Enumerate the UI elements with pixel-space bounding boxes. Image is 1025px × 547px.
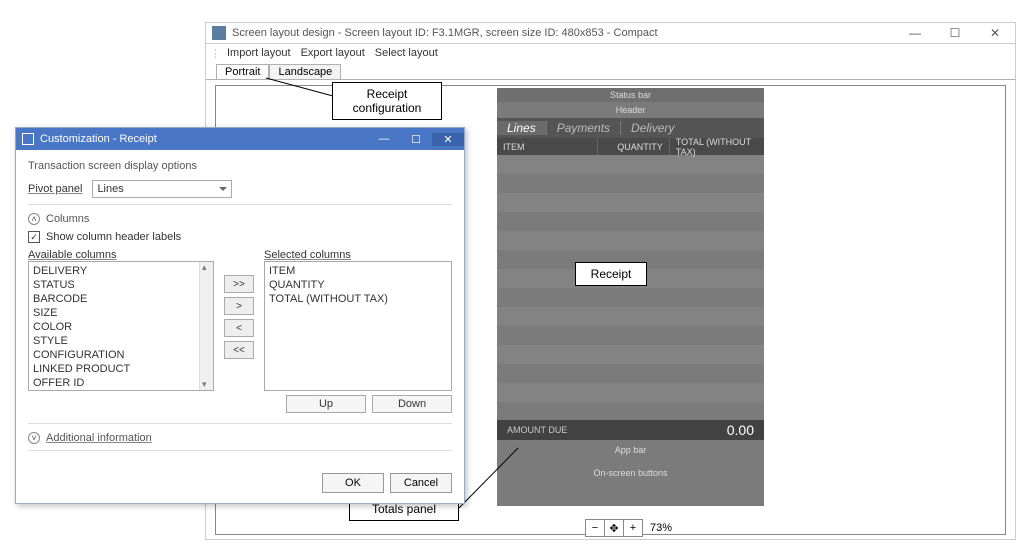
columns-section-header[interactable]: ˄ Columns (28, 213, 452, 225)
menu-bar: ⋮ Import layout Export layout Select lay… (205, 44, 1016, 62)
move-left-button[interactable]: < (224, 319, 254, 337)
orientation-tabs: Portrait Landscape (205, 62, 1016, 80)
dialog-maximize-button[interactable]: ☐ (400, 133, 432, 146)
move-up-button[interactable]: Up (286, 395, 366, 413)
dialog-close-button[interactable]: ✕ (432, 133, 464, 146)
list-item[interactable]: TOTAL (WITHOUT TAX) (269, 292, 447, 306)
preview-column-headers: ITEM QUANTITY TOTAL (WITHOUT TAX) (497, 138, 764, 155)
preview-tab-payments[interactable]: Payments (546, 121, 620, 135)
move-all-left-button[interactable]: << (224, 341, 254, 359)
scrollbar[interactable] (199, 262, 213, 390)
callout-receipt-config: Receipt configuration (332, 82, 442, 120)
amount-due-label: AMOUNT DUE (507, 425, 567, 435)
main-titlebar: Screen layout design - Screen layout ID:… (205, 22, 1016, 44)
minimize-button[interactable]: — (895, 26, 935, 40)
zoom-level: 73% (650, 522, 672, 534)
dialog-heading: Transaction screen display options (28, 160, 452, 172)
list-item[interactable]: ITEM (269, 264, 447, 278)
tab-portrait[interactable]: Portrait (216, 64, 269, 79)
list-item[interactable]: DELIVERY (33, 264, 209, 278)
zoom-in-button[interactable]: + (623, 519, 643, 537)
customization-dialog: Customization - Receipt — ☐ ✕ Transactio… (15, 127, 465, 504)
tab-landscape[interactable]: Landscape (269, 64, 341, 79)
show-header-labels-label: Show column header labels (46, 231, 181, 243)
preview-tab-lines[interactable]: Lines (497, 121, 546, 135)
device-preview: Status bar Header Lines Payments Deliver… (497, 88, 764, 506)
show-header-labels-checkbox[interactable]: ✓ (28, 231, 40, 243)
list-item[interactable]: LINKED PRODUCT (33, 362, 209, 376)
zoom-fit-button[interactable]: ✥ (604, 519, 624, 537)
preview-totals-panel: AMOUNT DUE 0.00 (497, 420, 764, 440)
pivot-panel-label: Pivot panel (28, 183, 82, 195)
menu-select[interactable]: Select layout (375, 47, 438, 59)
preview-statusbar: Status bar (497, 88, 764, 102)
dialog-icon (22, 133, 34, 145)
preview-tabs: Lines Payments Delivery (497, 118, 764, 138)
zoom-controls: − ✥ + 73% (585, 519, 672, 537)
list-item[interactable]: CONFIGURATION (33, 348, 209, 362)
selected-columns-label: Selected columns (264, 249, 452, 261)
preview-appbar: App bar (497, 440, 764, 460)
callout-receipt: Receipt (575, 262, 647, 286)
dialog-title: Customization - Receipt (40, 133, 157, 145)
ok-button[interactable]: OK (322, 473, 384, 493)
additional-info-section-header[interactable]: ˅ Additional information (28, 432, 452, 444)
chevron-up-icon: ˄ (28, 213, 40, 225)
menu-export[interactable]: Export layout (301, 47, 365, 59)
zoom-out-button[interactable]: − (585, 519, 605, 537)
menu-import[interactable]: Import layout (227, 47, 291, 59)
col-item: ITEM (497, 138, 598, 155)
col-quantity: QUANTITY (598, 138, 670, 155)
move-all-right-button[interactable]: >> (224, 275, 254, 293)
available-columns-label: Available columns (28, 249, 214, 261)
chevron-down-icon: ˅ (28, 432, 40, 444)
amount-due-value: 0.00 (727, 422, 754, 438)
cancel-button[interactable]: Cancel (390, 473, 452, 493)
list-item[interactable]: ORIGINAL PRICE (33, 390, 209, 391)
move-down-button[interactable]: Down (372, 395, 452, 413)
dialog-titlebar: Customization - Receipt — ☐ ✕ (16, 128, 464, 150)
col-total: TOTAL (WITHOUT TAX) (670, 138, 764, 155)
list-item[interactable]: STYLE (33, 334, 209, 348)
available-columns-list[interactable]: DELIVERYSTATUSBARCODESIZECOLORSTYLECONFI… (28, 261, 214, 391)
selected-columns-list[interactable]: ITEMQUANTITYTOTAL (WITHOUT TAX) (264, 261, 452, 391)
list-item[interactable]: STATUS (33, 278, 209, 292)
pivot-panel-select[interactable]: Lines (92, 180, 232, 198)
pivot-panel-value: Lines (97, 183, 123, 195)
maximize-button[interactable]: ☐ (935, 26, 975, 40)
list-item[interactable]: OFFER ID (33, 376, 209, 390)
preview-lines-area (497, 155, 764, 420)
app-icon (212, 26, 226, 40)
preview-tab-delivery[interactable]: Delivery (620, 121, 684, 135)
preview-header: Header (497, 102, 764, 118)
list-item[interactable]: SIZE (33, 306, 209, 320)
list-item[interactable]: QUANTITY (269, 278, 447, 292)
close-button[interactable]: ✕ (975, 26, 1015, 40)
list-item[interactable]: COLOR (33, 320, 209, 334)
move-right-button[interactable]: > (224, 297, 254, 315)
dialog-minimize-button[interactable]: — (368, 133, 400, 146)
window-title: Screen layout design - Screen layout ID:… (232, 27, 658, 39)
list-item[interactable]: BARCODE (33, 292, 209, 306)
preview-onscreen-buttons: On-screen buttons (497, 460, 764, 486)
